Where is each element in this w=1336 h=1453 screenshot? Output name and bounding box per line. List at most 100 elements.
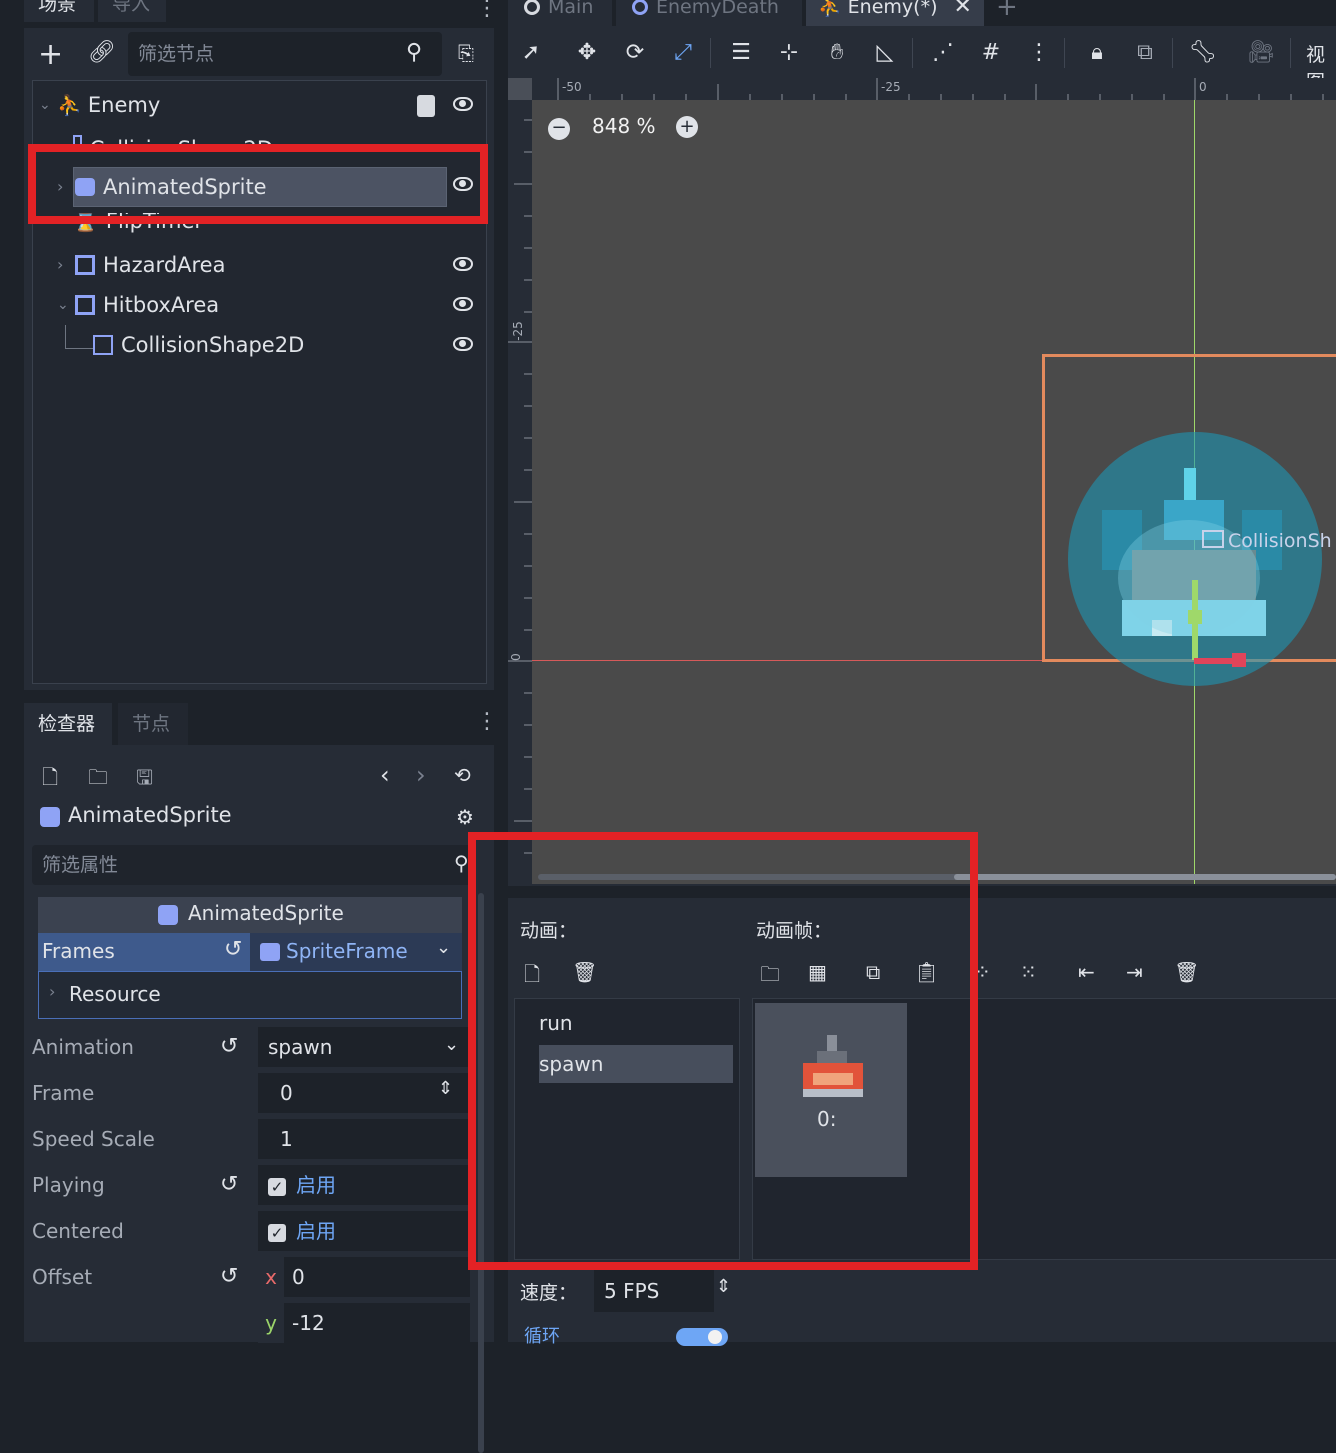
select-tool-icon[interactable]: ➚ [516,38,546,68]
expand-arrow-icon[interactable]: › [49,982,55,1001]
property-filter-input[interactable]: 筛选属性 [32,845,472,885]
tab-scene[interactable]: 场景 [24,0,94,22]
attach-script-icon[interactable]: ⎘ [454,40,478,66]
property-row-speed-scale[interactable]: Speed Scale 1 [32,1117,470,1161]
move-tool-icon[interactable]: ✥ [572,38,602,68]
tab-node[interactable]: 节点 [118,703,188,745]
ruler-tool-icon[interactable]: ◺ [870,38,900,68]
tab-enemy-death[interactable]: EnemyDeath [616,0,802,26]
open-folder-icon[interactable]: 🗀︎ [88,763,108,797]
group-icon[interactable]: ⧉ [1130,38,1160,68]
new-resource-icon[interactable]: 🗋︎ [42,763,58,797]
snap-options-icon[interactable]: ⋮ [1024,38,1054,68]
property-row-frame[interactable]: Frame 0 ⇕ [32,1071,470,1115]
bone-icon[interactable]: 🦴︎ [1188,38,1218,68]
list-select-icon[interactable]: ☰ [726,38,756,68]
visibility-eye-icon[interactable] [453,257,473,271]
property-row-playing[interactable]: Playing ↺ ✓ 启用 [32,1163,470,1207]
inspector-menu-icon[interactable]: ⋮ [476,709,498,734]
link-icon[interactable]: 🔗︎ [88,40,116,65]
move-left-icon[interactable]: ⇤ [1078,960,1095,984]
revert-icon[interactable]: ↺ [220,1255,238,1299]
revert-icon[interactable]: ↺ [224,937,242,962]
camera-icon[interactable]: 🎥︎ [1246,38,1276,68]
speed-spinbox[interactable]: 5 FPS [594,1270,714,1312]
sprite-frames-icon [260,943,280,961]
tree-row-hitbox-area[interactable]: ⌄ HitboxArea [57,287,447,323]
insert-after-icon[interactable]: ⁙ [1020,960,1037,984]
add-node-icon[interactable]: + [38,40,63,70]
zoom-out-icon[interactable]: − [548,118,570,140]
horizontal-scrollbar-thumb[interactable] [954,874,1336,880]
rotate-tool-icon[interactable]: ⟳ [620,38,650,68]
dropdown-arrow-icon[interactable]: ⌄ [436,937,451,958]
ruler-ticks-horizontal [557,78,1324,100]
speed-scale-field[interactable]: 1 [258,1119,470,1159]
property-label: Playing [32,1173,105,1197]
move-right-icon[interactable]: ⇥ [1126,960,1143,984]
lock-icon[interactable]: 🔒︎ [1082,38,1112,68]
gizmo-y-square[interactable] [1188,610,1202,624]
playing-checkbox[interactable]: ✓ 启用 [258,1165,470,1205]
history-back-icon[interactable]: ‹ [380,761,390,789]
add-tab-icon[interactable]: + [996,0,1018,22]
tree-row-enemy[interactable]: ⌄ ⛹ Enemy [39,87,479,123]
centered-value: 启用 [296,1219,336,1243]
pivot-tool-icon[interactable]: ⊹ [774,38,804,68]
revert-icon[interactable]: ↺ [220,1025,238,1069]
tree-item-label: HazardArea [103,253,226,277]
scale-tool-icon[interactable]: ⤢ [668,38,698,68]
close-tab-icon[interactable]: ✕ [954,0,972,19]
object-tools-icon[interactable]: ⚙︎ [456,805,474,829]
delete-frame-icon[interactable]: 🗑︎ [1174,960,1199,984]
offset-x-field[interactable]: x0 [258,1257,470,1297]
zoom-level[interactable]: 848 % [592,114,656,138]
tree-connector-line [65,325,93,349]
tab-enemy[interactable]: ⛹ Enemy(*) ✕ [806,0,984,26]
history-forward-icon[interactable]: › [416,761,426,789]
scene-dock-menu-icon[interactable]: ⋮ [476,0,498,21]
visibility-eye-icon[interactable] [453,337,473,351]
resource-label: Resource [69,982,161,1006]
collapse-arrow-icon[interactable]: ⌄ [39,87,55,123]
expand-arrow-icon[interactable]: › [57,247,71,283]
object-history-icon[interactable]: ⟲ [454,763,471,787]
resource-subsection[interactable]: › Resource [38,971,462,1019]
smart-snap-icon[interactable]: ⋰ [928,38,958,68]
frame-spinbox[interactable]: 0 ⇕ [258,1073,470,1113]
animation-dropdown[interactable]: spawn ⌄ [258,1027,470,1067]
centered-checkbox[interactable]: ✓ 启用 [258,1211,470,1251]
spinner-arrows-icon[interactable]: ⇕ [438,1069,453,1109]
tree-row-collision-shape-child[interactable]: CollisionShape2D [93,327,433,363]
script-icon[interactable] [417,95,435,117]
ruler-horizontal: -50 -25 0 [532,78,1336,100]
collapse-arrow-icon[interactable]: ⌄ [57,287,71,323]
section-title: AnimatedSprite [188,901,344,925]
visibility-eye-icon[interactable] [453,297,473,311]
pan-tool-icon[interactable]: ✋︎ [822,38,852,68]
ruler-label: -50 [562,80,582,94]
property-row-offset[interactable]: Offset ↺ x0 y -12 [32,1255,470,1345]
tree-item-label: CollisionShape2D [121,333,305,357]
zoom-in-icon[interactable]: + [676,116,698,138]
save-icon[interactable]: 🖫︎ [136,763,153,797]
frames-property-row[interactable]: Frames ↺ SpriteFrame ⌄ [38,933,462,971]
node-filter-input[interactable]: 筛选节点 [128,32,442,76]
2d-canvas[interactable]: CollisionSh − 848 % + [532,100,1336,884]
visibility-eye-icon[interactable] [453,97,473,111]
revert-icon[interactable]: ↺ [220,1163,238,1207]
inspected-object-name: AnimatedSprite [68,803,232,827]
section-header[interactable]: AnimatedSprite [38,897,462,933]
offset-y-field[interactable]: y -12 [258,1303,470,1343]
tab-import[interactable]: 导入 [98,0,166,22]
tab-main[interactable]: Main [508,0,612,26]
gizmo-x-square[interactable] [1232,653,1246,667]
property-row-animation[interactable]: Animation ↺ spawn ⌄ [32,1025,470,1069]
grid-snap-icon[interactable]: # [976,38,1006,68]
tree-row-hazard-area[interactable]: › HazardArea [57,247,447,283]
property-row-centered[interactable]: Centered ✓ 启用 [32,1209,470,1253]
spinner-arrows-icon[interactable]: ⇕ [716,1276,731,1297]
annotation-highlight-box [468,832,978,1270]
tab-inspector[interactable]: 检查器 [24,703,112,745]
property-label: Centered [32,1219,124,1243]
